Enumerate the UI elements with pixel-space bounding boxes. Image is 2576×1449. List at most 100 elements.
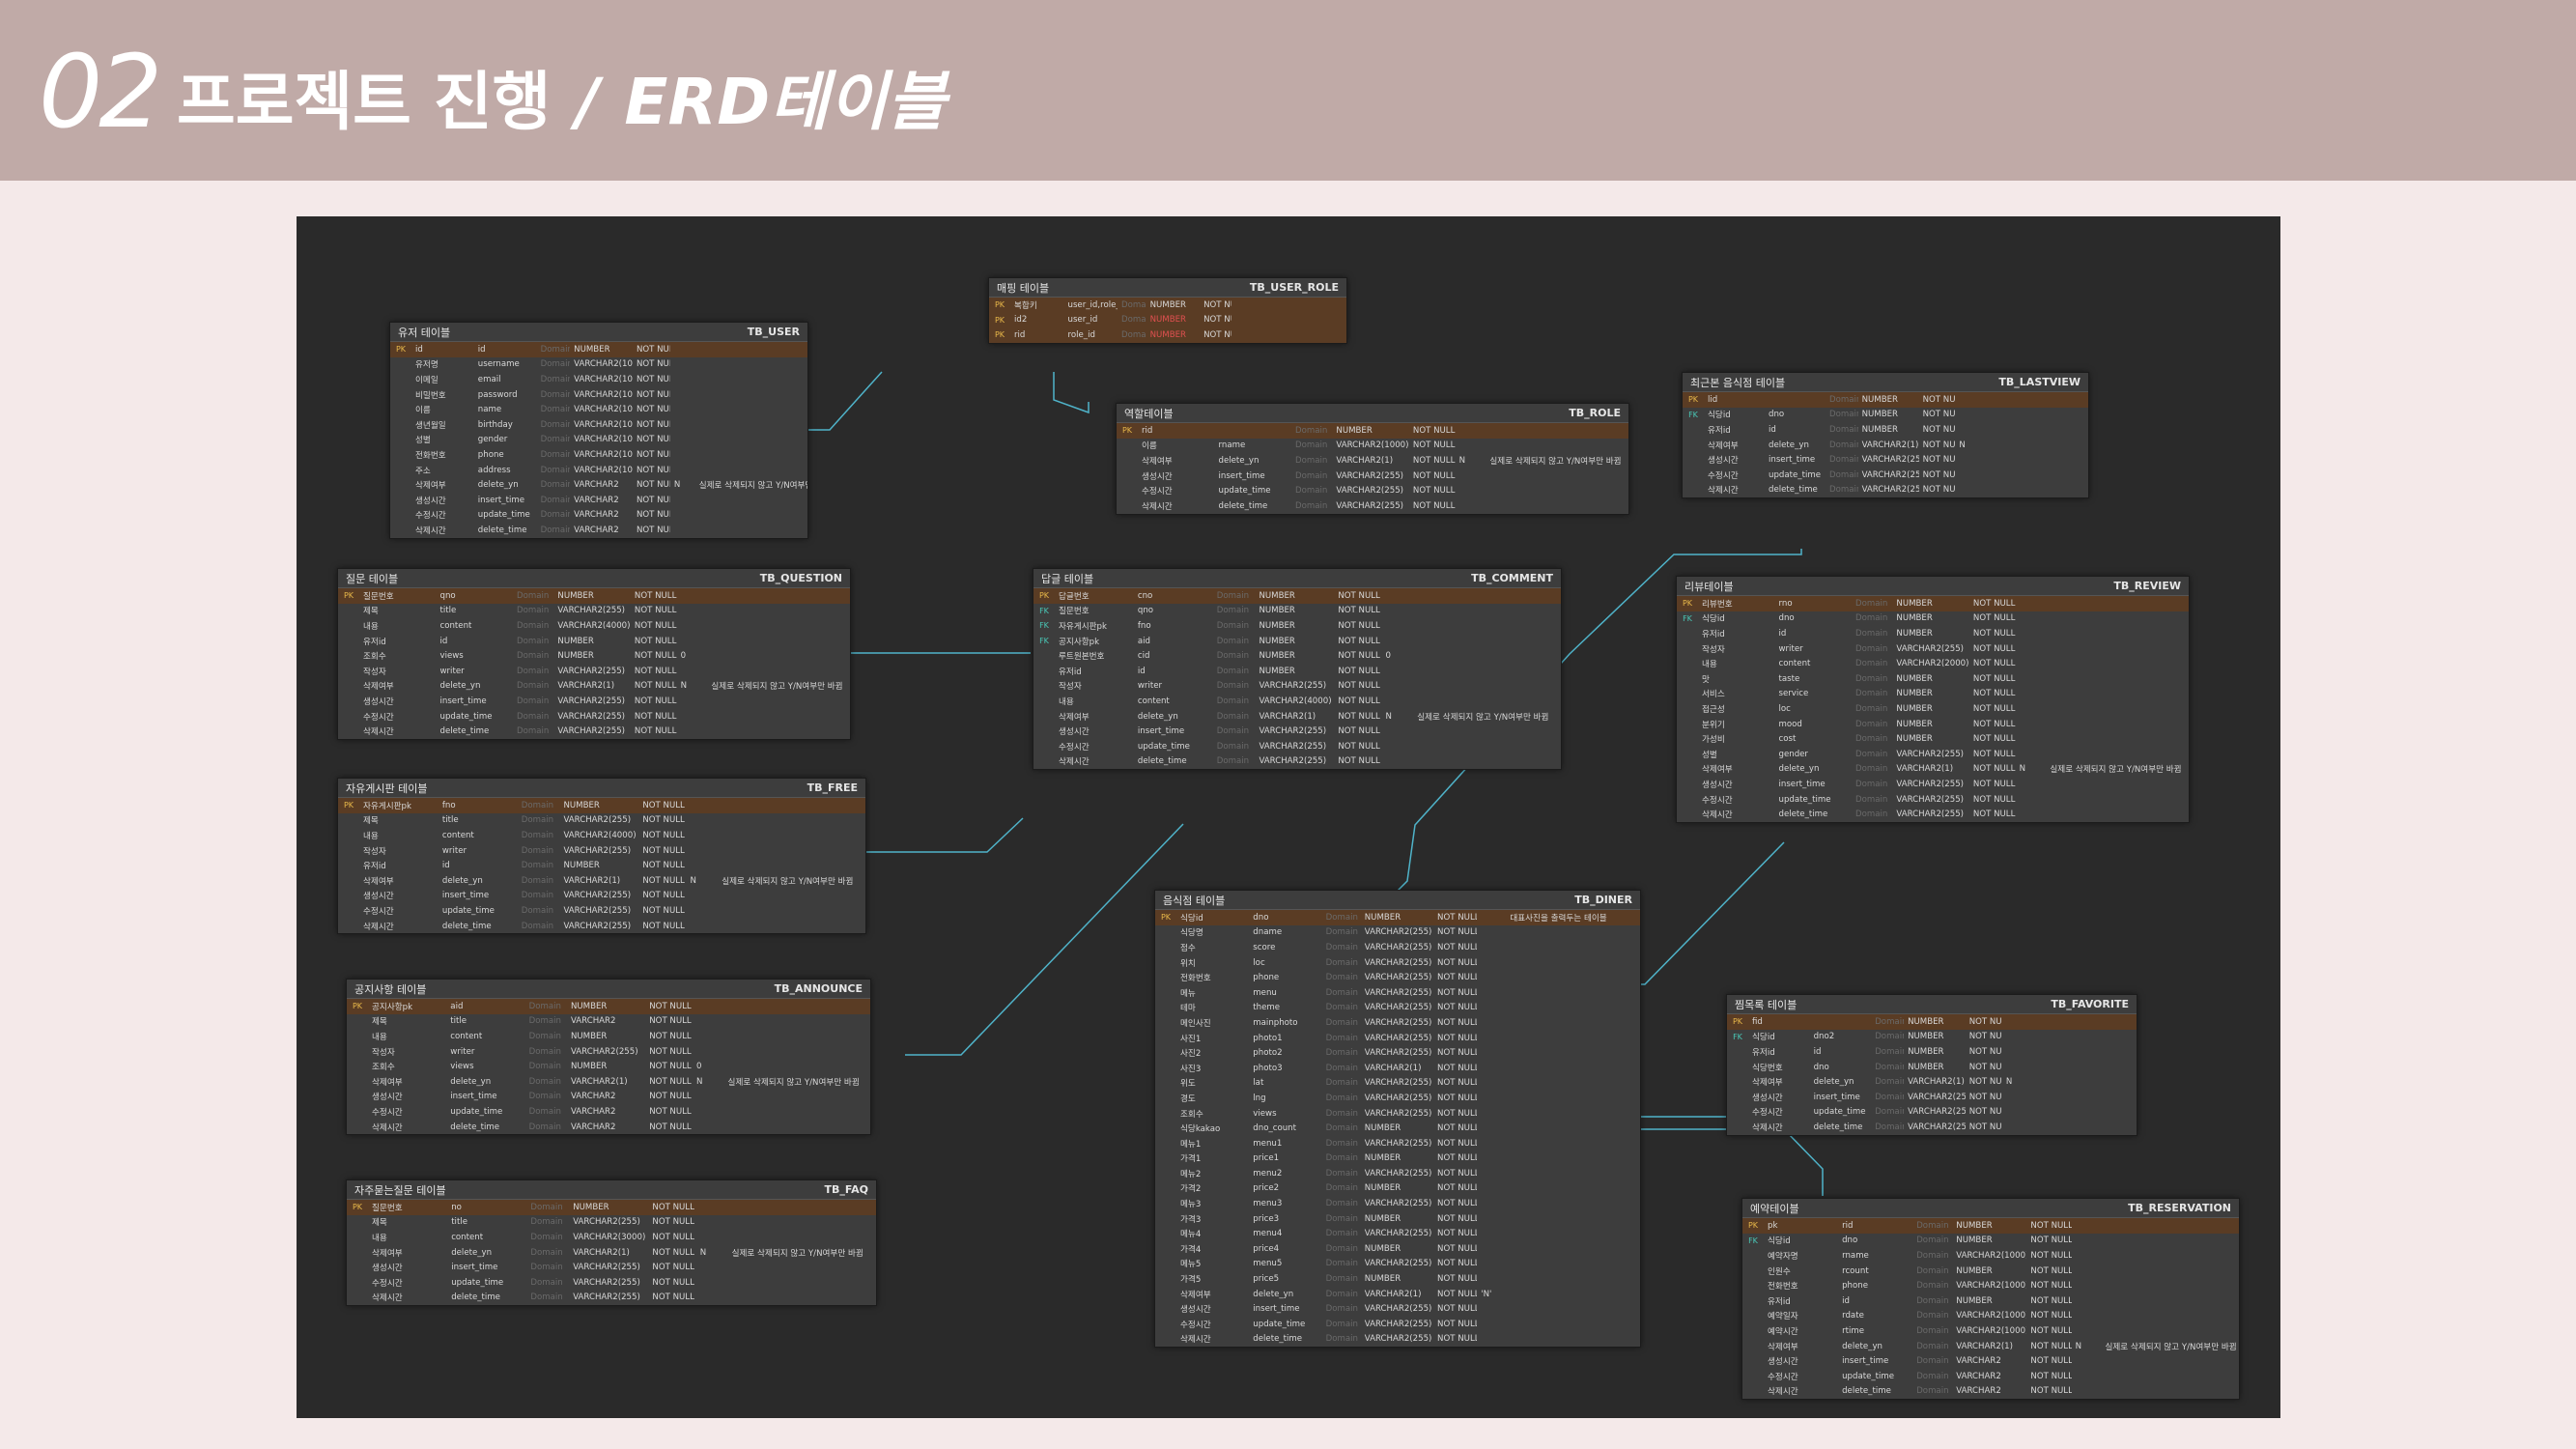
table-column-row[interactable]: 수정시간update_timeDomainVARCHAR2NOT NULL <box>347 1104 870 1120</box>
table-column-row[interactable]: 맛 taste Domain NUMBER NOT NULL <box>1677 671 2189 687</box>
table-column-row[interactable]: 유저ididDomainNUMBERNOT NULL <box>1727 1044 2137 1060</box>
table-column-row[interactable]: FK식당iddnoDomainNUMBERNOT NULL <box>1683 408 2088 423</box>
table-column-row[interactable]: 메뉴 menu Domain VARCHAR2(255) NOT NULL <box>1155 985 1640 1001</box>
table-column-row[interactable]: 생성시간 insert_time Domain VARCHAR2(255) NOT NU… <box>1033 724 1561 739</box>
erd-table-tb-user[interactable]: 유저 테이블TB_USERPKididDomainNUMBERNOT NULL유… <box>389 322 808 539</box>
table-column-row[interactable]: PK id id DomainNUMBER NOT NULL <box>390 342 807 357</box>
table-column-row[interactable]: 가격5 price5 Domain NUMBER NOT NULL <box>1155 1271 1640 1287</box>
table-column-row[interactable]: 삭제여부 delete_yn Domain VARCHAR2(1) NOT NULL N 실… <box>1033 709 1561 724</box>
table-column-row[interactable]: 식당kakao dno_count Domain NUMBER NOT NULL <box>1155 1121 1640 1136</box>
table-column-row[interactable]: 가격4 price4 Domain NUMBER NOT NULL <box>1155 1241 1640 1257</box>
table-header[interactable]: 리뷰테이블 TB_REVIEW <box>1677 577 2189 596</box>
table-column-row[interactable]: FK 질문번호 qno Domain NUMBER NOT NULL <box>1033 604 1561 619</box>
table-column-row[interactable]: PK lid DomainNUMBER NOT NULL <box>1683 392 2088 408</box>
table-column-row[interactable]: PK 리뷰번호 rno Domain NUMBER NOT NULL <box>1677 596 2189 611</box>
table-column-row[interactable]: 식당명 dname Domain VARCHAR2(255) NOT NULL <box>1155 925 1640 941</box>
table-column-row[interactable]: 작성자 writer Domain VARCHAR2(255) NOT NULL <box>347 1044 870 1060</box>
table-column-row[interactable]: FK 자유게시판pk fno Domain NUMBER NOT NULL <box>1033 618 1561 634</box>
table-column-row[interactable]: 경도 lng Domain VARCHAR2(255) NOT NULL <box>1155 1091 1640 1106</box>
table-column-row[interactable]: PK fid Domain NUMBER NOT NULL <box>1727 1014 2137 1030</box>
table-column-row[interactable]: 유저ididDomainNUMBERNOT NULL <box>1677 626 2189 641</box>
table-column-row[interactable]: PK 질문번호 qno Domain NUMBER NOT NULL <box>338 588 850 604</box>
erd-table-tb-role[interactable]: 역할테이블 TB_ROLE PK rid Domain NUMBER NOT NULL 이름 r… <box>1116 403 1629 515</box>
table-column-row[interactable]: FK 공지사항pk aid Domain NUMBER NOT NULL <box>1033 634 1561 649</box>
table-column-row[interactable]: 제목 title Domain VARCHAR2 NOT NULL <box>347 1014 870 1030</box>
table-column-row[interactable]: 메뉴5 menu5 Domain VARCHAR2(255) NOT NULL <box>1155 1257 1640 1272</box>
table-column-row[interactable]: 삭제시간 delete_time Domain VARCHAR2(255) NOT NU… <box>338 724 850 739</box>
table-column-row[interactable]: 작성자 writer Domain VARCHAR2(255) NOT NULL <box>338 664 850 679</box>
table-column-row[interactable]: 수정시간update_timeDomainVARCHAR2NOT NULL <box>390 508 807 524</box>
erd-table-tb-user-role[interactable]: 매핑 테이블TB_USER_ROLEPK복합키user_id,role_idDo… <box>988 277 1347 344</box>
erd-table-tb-favorite[interactable]: 찜목록 테이블 TB_FAVORITE PK fid Domain NUMBER NOT N… <box>1726 994 2137 1136</box>
table-column-row[interactable]: 수정시간update_timeDomainVARCHAR2NOT NULL <box>1742 1369 2239 1384</box>
erd-table-tb-lastview[interactable]: 최근본 음식점 테이블TB_LASTVIEWPKlidDomainNUMBERN… <box>1682 372 2089 499</box>
table-column-row[interactable]: 전화번호 phone Domain VARCHAR2(255) NOT NULL <box>1155 970 1640 985</box>
table-header[interactable]: 질문 테이블 TB_QUESTION <box>338 569 850 588</box>
table-header[interactable]: 유저 테이블 TB_USER <box>390 323 807 342</box>
table-column-row[interactable]: 유저ididDomainNUMBERNOT NULL <box>1683 422 2088 438</box>
table-column-row[interactable]: 삭제시간delete_timeDomainVARCHAR2NOT NULL <box>390 523 807 538</box>
table-column-row[interactable]: 삭제시간delete_timeDomainVARCHAR2NOT NULL <box>1742 1384 2239 1400</box>
table-column-row[interactable]: 성별 gender Domain VARCHAR2(255) NOT NULL <box>1677 747 2189 762</box>
table-column-row[interactable]: 삭제시간 delete_time Domain VARCHAR2(255) NOT NU… <box>1155 1332 1640 1348</box>
table-column-row[interactable]: 서비스 service Domain NUMBER NOT NULL <box>1677 687 2189 702</box>
table-column-row[interactable]: 수정시간update_timeDomainVARCHAR2(255)NOT NU… <box>1683 468 2088 483</box>
erd-table-tb-comment[interactable]: 답글 테이블 TB_COMMENT PK 답글번호 cno Domain NUMBER NOT… <box>1033 568 1562 771</box>
table-column-row[interactable]: 작성자 writer Domain VARCHAR2(255) NOT NULL <box>1677 641 2189 657</box>
table-column-row[interactable]: 조회수 views Domain VARCHAR2(255) NOT NULL <box>1155 1106 1640 1122</box>
table-column-row[interactable]: 수정시간update_timeDomainVARCHAR2(255)NOT NU… <box>1727 1105 2137 1121</box>
table-column-row[interactable]: PK 복합키 user_id,role_idDomainNUMBER NOT NULL <box>989 298 1346 313</box>
table-column-row[interactable]: FK식당iddnoDomainNUMBERNOT NULL <box>1677 611 2189 627</box>
table-column-row[interactable]: 작성자 writer Domain VARCHAR2(255) NOT NULL <box>1033 679 1561 695</box>
table-column-row[interactable]: 생년월일 birthday DomainVARCHAR2(1000)NOT NULL <box>390 417 807 433</box>
erd-table-tb-diner[interactable]: 음식점 테이블 TB_DINER PK 식당id dno Domain NUMBER NOT … <box>1154 890 1641 1349</box>
table-column-row[interactable]: 메인사진 mainphoto Domain VARCHAR2(255) NOT NULL <box>1155 1015 1640 1031</box>
table-header[interactable]: 최근본 음식점 테이블 TB_LASTVIEW <box>1683 373 2088 392</box>
table-column-row[interactable]: 이름 name DomainVARCHAR2(1000)NOT NULL <box>390 402 807 417</box>
table-column-row[interactable]: 위치 loc Domain VARCHAR2(255) NOT NULL <box>1155 955 1640 971</box>
table-column-row[interactable]: PK rid Domain NUMBER NOT NULL <box>1117 423 1628 439</box>
table-header[interactable]: 역할테이블 TB_ROLE <box>1117 404 1628 423</box>
table-column-row[interactable]: 생성시간 insert_time Domain VARCHAR2 NOT NULL <box>1742 1353 2239 1369</box>
table-column-row[interactable]: 작성자 writer Domain VARCHAR2(255) NOT NULL <box>338 843 865 859</box>
table-column-row[interactable]: 삭제시간delete_timeDomainVARCHAR2NOT NULL <box>347 1120 870 1135</box>
erd-table-tb-question[interactable]: 질문 테이블 TB_QUESTION PK 질문번호 qno Domain NUMBER NO… <box>337 568 851 740</box>
table-column-row[interactable]: 인원수 rcount Domain NUMBER NOT NULL <box>1742 1264 2239 1279</box>
table-column-row[interactable]: 생성시간 insert_time Domain VARCHAR2(255) NOT NU… <box>1155 1301 1640 1317</box>
table-column-row[interactable]: 내용 content Domain VARCHAR2(4000) NOT NULL <box>338 618 850 634</box>
table-column-row[interactable]: 수정시간update_timeDomainVARCHAR2(255)NOT NU… <box>1033 739 1561 754</box>
table-header[interactable]: 자주묻는질문 테이블 TB_FAQ <box>347 1180 876 1200</box>
table-column-row[interactable]: 유저ididDomainNUMBERNOT NULL <box>338 634 850 649</box>
table-column-row[interactable]: 전화번호 phone DomainVARCHAR2(1000)NOT NULL <box>390 447 807 463</box>
table-column-row[interactable]: 삭제여부 delete_yn Domain VARCHAR2(1) NOT NULL N 실… <box>338 679 850 695</box>
table-column-row[interactable]: 루트원본번호 cid Domain NUMBER NOT NULL 0 <box>1033 648 1561 664</box>
table-column-row[interactable]: FK 식당id dno2 Domain NUMBER NOT NULL <box>1727 1030 2137 1045</box>
table-column-row[interactable]: PK 공지사항pk aid Domain NUMBER NOT NULL <box>347 999 870 1014</box>
table-column-row[interactable]: 가격1 price1 Domain NUMBER NOT NULL <box>1155 1151 1640 1167</box>
table-column-row[interactable]: 사진2 photo2 Domain VARCHAR2(255) NOT NULL <box>1155 1045 1640 1061</box>
table-column-row[interactable]: 조회수 views Domain NUMBER NOT NULL 0 <box>338 648 850 664</box>
table-column-row[interactable]: 삭제여부 delete_yn Domain VARCHAR2(1) NOT NULL N 실… <box>338 873 865 889</box>
erd-table-tb-review[interactable]: 리뷰테이블 TB_REVIEW PK 리뷰번호 rno Domain NUMBER NOT N… <box>1676 576 2190 823</box>
table-column-row[interactable]: 비밀번호 password DomainVARCHAR2(1000)NOT NULL <box>390 387 807 403</box>
table-column-row[interactable]: 내용 content Domain VARCHAR2(3000) NOT NULL <box>347 1230 876 1245</box>
table-column-row[interactable]: 유저ididDomainNUMBERNOT NULL <box>1033 664 1561 679</box>
table-column-row[interactable]: 내용 content Domain VARCHAR2(4000) NOT NULL <box>1033 694 1561 709</box>
table-column-row[interactable]: 예약시간 rtime Domain VARCHAR2(1000) NOT NULL <box>1742 1323 2239 1339</box>
table-column-row[interactable]: 삭제시간 delete_time Domain VARCHAR2(255) NOT NU… <box>1117 498 1628 514</box>
table-column-row[interactable]: 삭제시간 delete_time Domain VARCHAR2(255) NOT NU… <box>1033 754 1561 770</box>
table-column-row[interactable]: 메뉴1 menu1 Domain VARCHAR2(255) NOT NULL <box>1155 1136 1640 1151</box>
table-column-row[interactable]: PK 답글번호 cno Domain NUMBER NOT NULL <box>1033 588 1561 604</box>
table-column-row[interactable]: 삭제여부 delete_yn Domain VARCHAR2(1) NOT NULL 'N… <box>1155 1287 1640 1302</box>
table-column-row[interactable]: 이름 rname Domain VARCHAR2(1000) NOT NULL <box>1117 439 1628 454</box>
table-column-row[interactable]: 수정시간update_timeDomainVARCHAR2(255)NOT NU… <box>338 903 865 919</box>
table-column-row[interactable]: 생성시간 insert_time Domain VARCHAR2(255) NOT NU… <box>347 1260 876 1275</box>
table-column-row[interactable]: 주소 address DomainVARCHAR2(1000)NOT NULL <box>390 463 807 478</box>
table-column-row[interactable]: 식당번호 dno Domain NUMBER NOT NULL <box>1727 1060 2137 1075</box>
table-column-row[interactable]: PK 자유게시판pk fno Domain NUMBER NOT NULL <box>338 798 865 813</box>
erd-table-tb-faq[interactable]: 자주묻는질문 테이블 TB_FAQ PK 질문번호 no Domain NUMBER NOT … <box>346 1179 877 1307</box>
table-header[interactable]: 자유게시판 테이블 TB_FREE <box>338 779 865 798</box>
table-column-row[interactable]: FK식당iddnoDomainNUMBERNOT NULL <box>1742 1234 2239 1249</box>
table-column-row[interactable]: 삭제여부 delete_yn DomainVARCHAR2(1)NOT NULLN <box>1683 438 2088 453</box>
table-header[interactable]: 공지사항 테이블 TB_ANNOUNCE <box>347 980 870 999</box>
